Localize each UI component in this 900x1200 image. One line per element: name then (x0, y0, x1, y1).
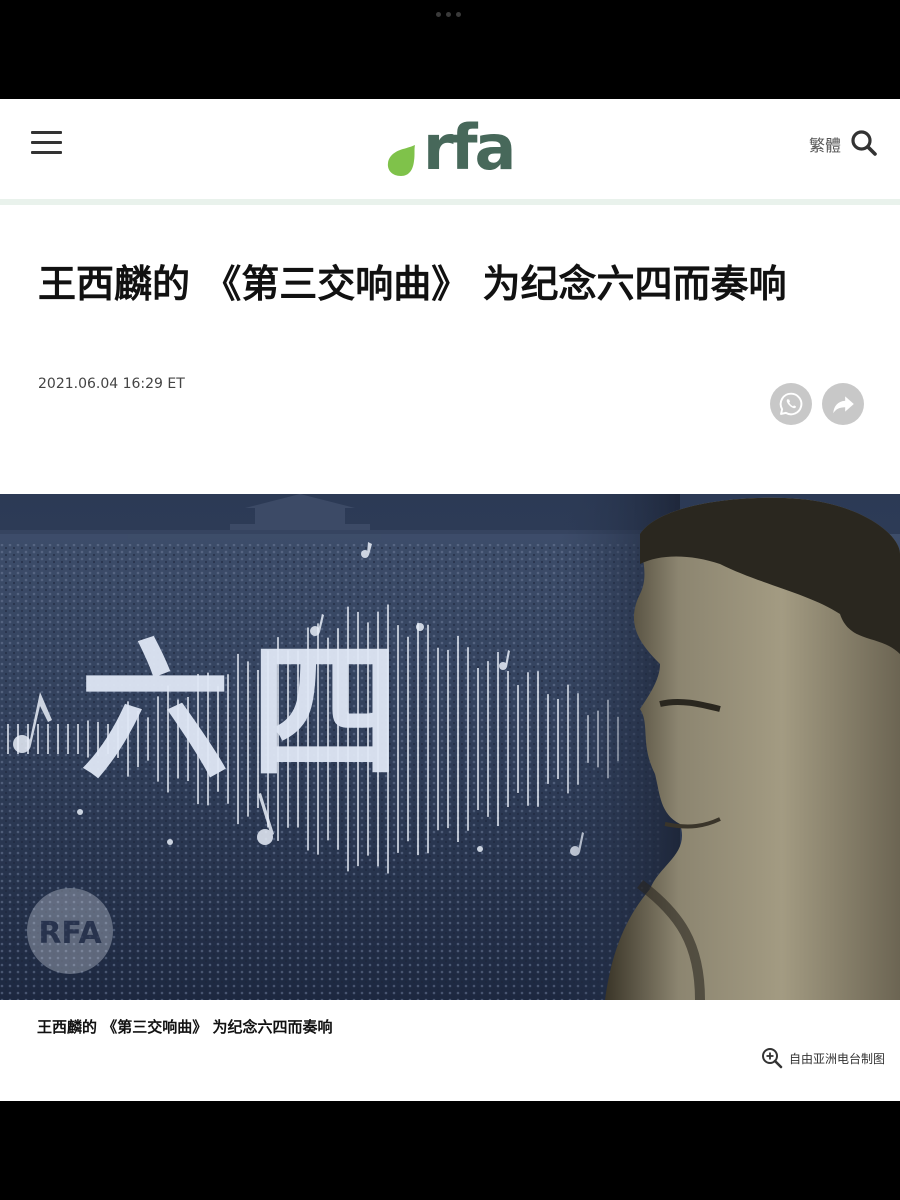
hamburger-menu-icon[interactable] (31, 130, 63, 156)
svg-text:RFA: RFA (38, 916, 102, 951)
logo-wordmark: rfa (423, 111, 516, 184)
hero-illustration: 六四 RFA (0, 494, 900, 1000)
device-bottom-bar (0, 1101, 900, 1200)
article-page: rfa 繁體 王西麟的 《第三交响曲》 为纪念六四而奏响 2021.06.04 … (0, 99, 900, 1101)
header-divider (0, 199, 900, 205)
whatsapp-share-button[interactable] (770, 383, 812, 425)
article-title: 王西麟的 《第三交响曲》 为纪念六四而奏响 (38, 262, 787, 306)
hero-overlay-text: 六四 (80, 624, 420, 800)
site-header: rfa 繁體 (0, 99, 900, 199)
whatsapp-icon (779, 392, 803, 416)
credit-text: 自由亚洲电台制图 (789, 1051, 886, 1066)
image-credit[interactable]: 自由亚洲电台制图 (761, 1047, 885, 1069)
portrait-silhouette (605, 497, 900, 1000)
rfa-logo[interactable]: rfa (385, 117, 525, 181)
zoom-in-icon (762, 1048, 783, 1069)
multitasking-dots[interactable] (436, 12, 461, 17)
forward-share-button[interactable] (822, 383, 864, 425)
traditional-chinese-toggle[interactable]: 繁體 (809, 132, 841, 156)
logo-dot-icon (387, 145, 415, 176)
rfa-watermark: RFA (27, 888, 113, 974)
device-top-bar (0, 0, 900, 99)
hero-image[interactable]: 六四 RFA (0, 494, 900, 1000)
search-icon[interactable] (850, 129, 878, 157)
image-caption: 王西麟的 《第三交响曲》 为纪念六四而奏响 (37, 1018, 333, 1036)
article-date: 2021.06.04 16:29 ET (38, 376, 185, 392)
share-forward-icon (833, 396, 854, 414)
